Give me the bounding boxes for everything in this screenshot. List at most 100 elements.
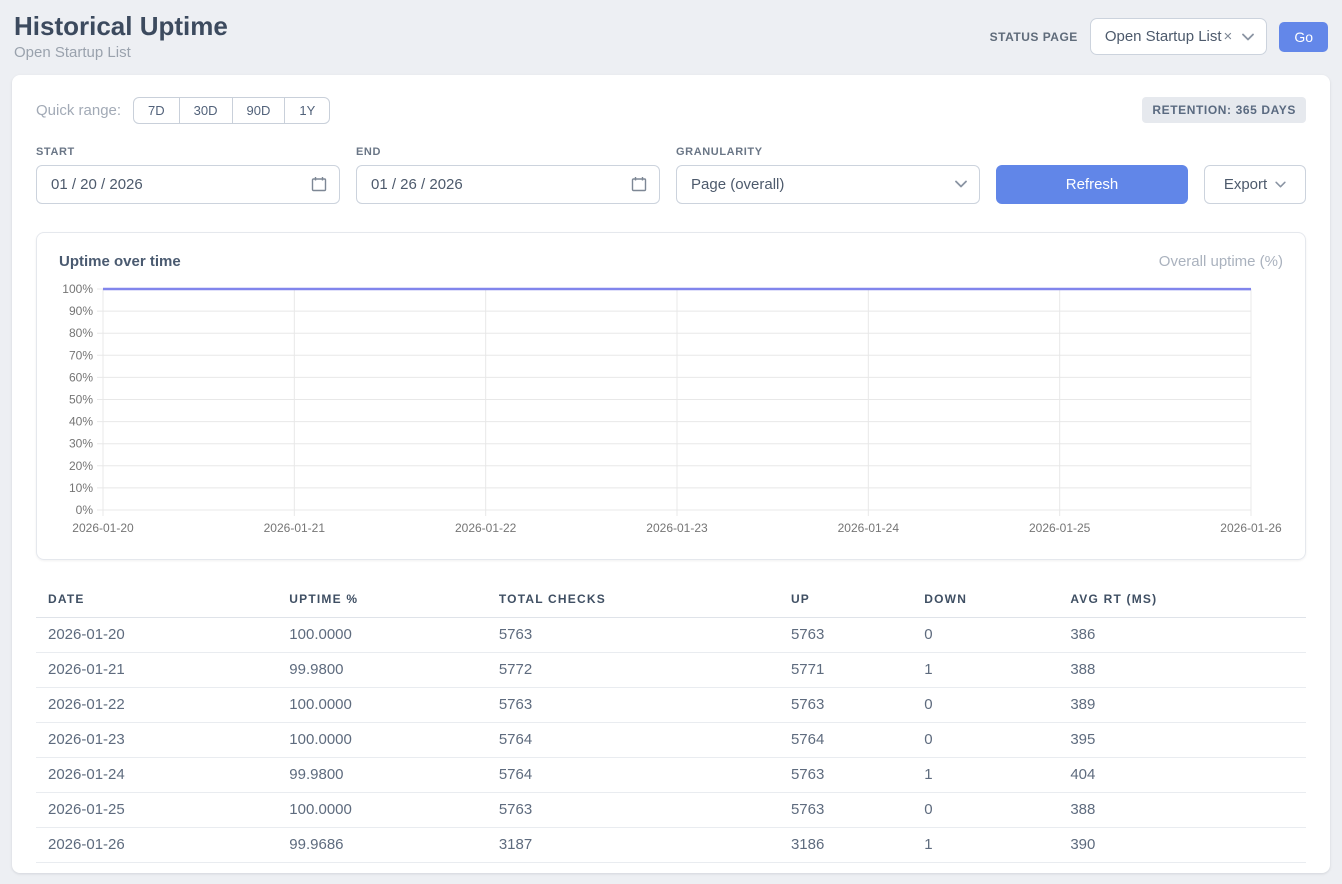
- page-subtitle: Open Startup List: [14, 44, 228, 61]
- table-cell: 2026-01-25: [36, 792, 277, 827]
- end-date-input[interactable]: 01 / 26 / 2026: [356, 165, 660, 204]
- table-cell: 1: [912, 757, 1058, 792]
- axis-tick-label: 10%: [69, 480, 93, 494]
- axis-tick-label: 50%: [69, 392, 93, 406]
- axis-tick-label: 30%: [69, 436, 93, 450]
- go-button[interactable]: Go: [1279, 22, 1328, 52]
- table-row: 2026-01-22100.0000576357630389: [36, 687, 1306, 722]
- table-cell: 5763: [487, 792, 779, 827]
- table-cell: 99.9800: [277, 652, 487, 687]
- calendar-icon[interactable]: [311, 176, 327, 192]
- axis-tick-label: 2026-01-26: [1220, 521, 1282, 535]
- axis-tick-label: 2026-01-22: [455, 521, 517, 535]
- column-header: UPTIME %: [277, 586, 487, 618]
- table-cell: 0: [912, 792, 1058, 827]
- export-button[interactable]: Export: [1204, 165, 1306, 204]
- quick-range-1y[interactable]: 1Y: [284, 97, 330, 124]
- table-cell: 390: [1058, 827, 1306, 862]
- status-page-select[interactable]: Open Startup List×: [1090, 18, 1268, 55]
- table-cell: 100.0000: [277, 687, 487, 722]
- table-cell: 1: [912, 652, 1058, 687]
- status-page-value: Open Startup List×: [1105, 28, 1233, 45]
- table-cell: 5764: [487, 757, 779, 792]
- column-header: AVG RT (MS): [1058, 586, 1306, 618]
- axis-tick-label: 2026-01-25: [1029, 521, 1091, 535]
- axis-tick-label: 2026-01-20: [72, 521, 134, 535]
- table-cell: 99.9686: [277, 827, 487, 862]
- table-cell: 386: [1058, 617, 1306, 652]
- table-row: 2026-01-23100.0000576457640395: [36, 722, 1306, 757]
- table-cell: 5772: [487, 652, 779, 687]
- table-cell: 388: [1058, 792, 1306, 827]
- clear-icon[interactable]: ×: [1224, 28, 1233, 45]
- table-cell: 0: [912, 722, 1058, 757]
- title-block: Historical Uptime Open Startup List: [14, 10, 228, 61]
- chevron-down-icon: [955, 180, 967, 188]
- axis-tick-label: 20%: [69, 458, 93, 472]
- chart-legend: Overall uptime (%): [1159, 253, 1283, 270]
- table-cell: 5764: [487, 722, 779, 757]
- uptime-line-chart: 0%10%20%30%40%50%60%70%80%90%100%2026-01…: [59, 282, 1283, 545]
- start-date-input[interactable]: 01 / 20 / 2026: [36, 165, 340, 204]
- granularity-label: GRANULARITY: [676, 146, 980, 158]
- uptime-chart-card: Uptime over time Overall uptime (%) 0%10…: [36, 232, 1306, 560]
- axis-tick-label: 90%: [69, 304, 93, 318]
- table-cell: 2026-01-22: [36, 687, 277, 722]
- table-cell: 2026-01-24: [36, 757, 277, 792]
- table-cell: 395: [1058, 722, 1306, 757]
- table-cell: 0: [912, 687, 1058, 722]
- table-cell: 5763: [779, 757, 912, 792]
- table-cell: 5763: [487, 617, 779, 652]
- table-cell: 100.0000: [277, 722, 487, 757]
- uptime-table: DATEUPTIME %TOTAL CHECKSUPDOWNAVG RT (MS…: [36, 586, 1306, 863]
- granularity-select[interactable]: Page (overall): [676, 165, 980, 204]
- axis-tick-label: 2026-01-23: [646, 521, 708, 535]
- axis-tick-label: 80%: [69, 326, 93, 340]
- axis-tick-label: 70%: [69, 348, 93, 362]
- quick-range-7d[interactable]: 7D: [133, 97, 180, 124]
- chevron-down-icon: [1275, 181, 1286, 188]
- column-header: UP: [779, 586, 912, 618]
- header-controls: STATUS PAGE Open Startup List× Go: [990, 18, 1328, 55]
- table-header: DATEUPTIME %TOTAL CHECKSUPDOWNAVG RT (MS…: [36, 586, 1306, 618]
- refresh-button[interactable]: Refresh: [996, 165, 1188, 204]
- table-row: 2026-01-2699.9686318731861390: [36, 827, 1306, 862]
- table-cell: 1: [912, 827, 1058, 862]
- end-field-group: END 01 / 26 / 2026: [356, 146, 660, 204]
- granularity-field-group: GRANULARITY Page (overall): [676, 146, 980, 204]
- table-cell: 389: [1058, 687, 1306, 722]
- chart-svg: 0%10%20%30%40%50%60%70%80%90%100%2026-01…: [59, 282, 1285, 540]
- quick-range-row: Quick range: 7D30D90D1Y RETENTION: 365 D…: [36, 97, 1306, 124]
- table-row: 2026-01-2199.9800577257711388: [36, 652, 1306, 687]
- end-label: END: [356, 146, 660, 158]
- quick-range-group: 7D30D90D1Y: [133, 97, 330, 124]
- retention-badge: RETENTION: 365 DAYS: [1142, 97, 1306, 123]
- column-header: DATE: [36, 586, 277, 618]
- table-cell: 5763: [779, 687, 912, 722]
- table-cell: 99.9800: [277, 757, 487, 792]
- table-cell: 2026-01-20: [36, 617, 277, 652]
- column-header: TOTAL CHECKS: [487, 586, 779, 618]
- table-cell: 0: [912, 617, 1058, 652]
- start-field-group: START 01 / 20 / 2026: [36, 146, 340, 204]
- table-cell: 5764: [779, 722, 912, 757]
- table-cell: 2026-01-26: [36, 827, 277, 862]
- table-cell: 388: [1058, 652, 1306, 687]
- axis-tick-label: 60%: [69, 370, 93, 384]
- axis-tick-label: 2026-01-24: [838, 521, 900, 535]
- column-header: DOWN: [912, 586, 1058, 618]
- start-date-value: 01 / 20 / 2026: [51, 176, 143, 193]
- table-cell: 2026-01-23: [36, 722, 277, 757]
- page-title: Historical Uptime: [14, 12, 228, 41]
- table-cell: 5763: [779, 792, 912, 827]
- main-card: Quick range: 7D30D90D1Y RETENTION: 365 D…: [12, 75, 1330, 873]
- quick-range-90d[interactable]: 90D: [232, 97, 286, 124]
- chart-header: Uptime over time Overall uptime (%): [59, 253, 1283, 270]
- quick-range-30d[interactable]: 30D: [179, 97, 233, 124]
- calendar-icon[interactable]: [631, 176, 647, 192]
- axis-tick-label: 40%: [69, 414, 93, 428]
- table-cell: 5763: [487, 687, 779, 722]
- quick-range-label: Quick range:: [36, 102, 121, 119]
- table-row: 2026-01-25100.0000576357630388: [36, 792, 1306, 827]
- table-cell: 3186: [779, 827, 912, 862]
